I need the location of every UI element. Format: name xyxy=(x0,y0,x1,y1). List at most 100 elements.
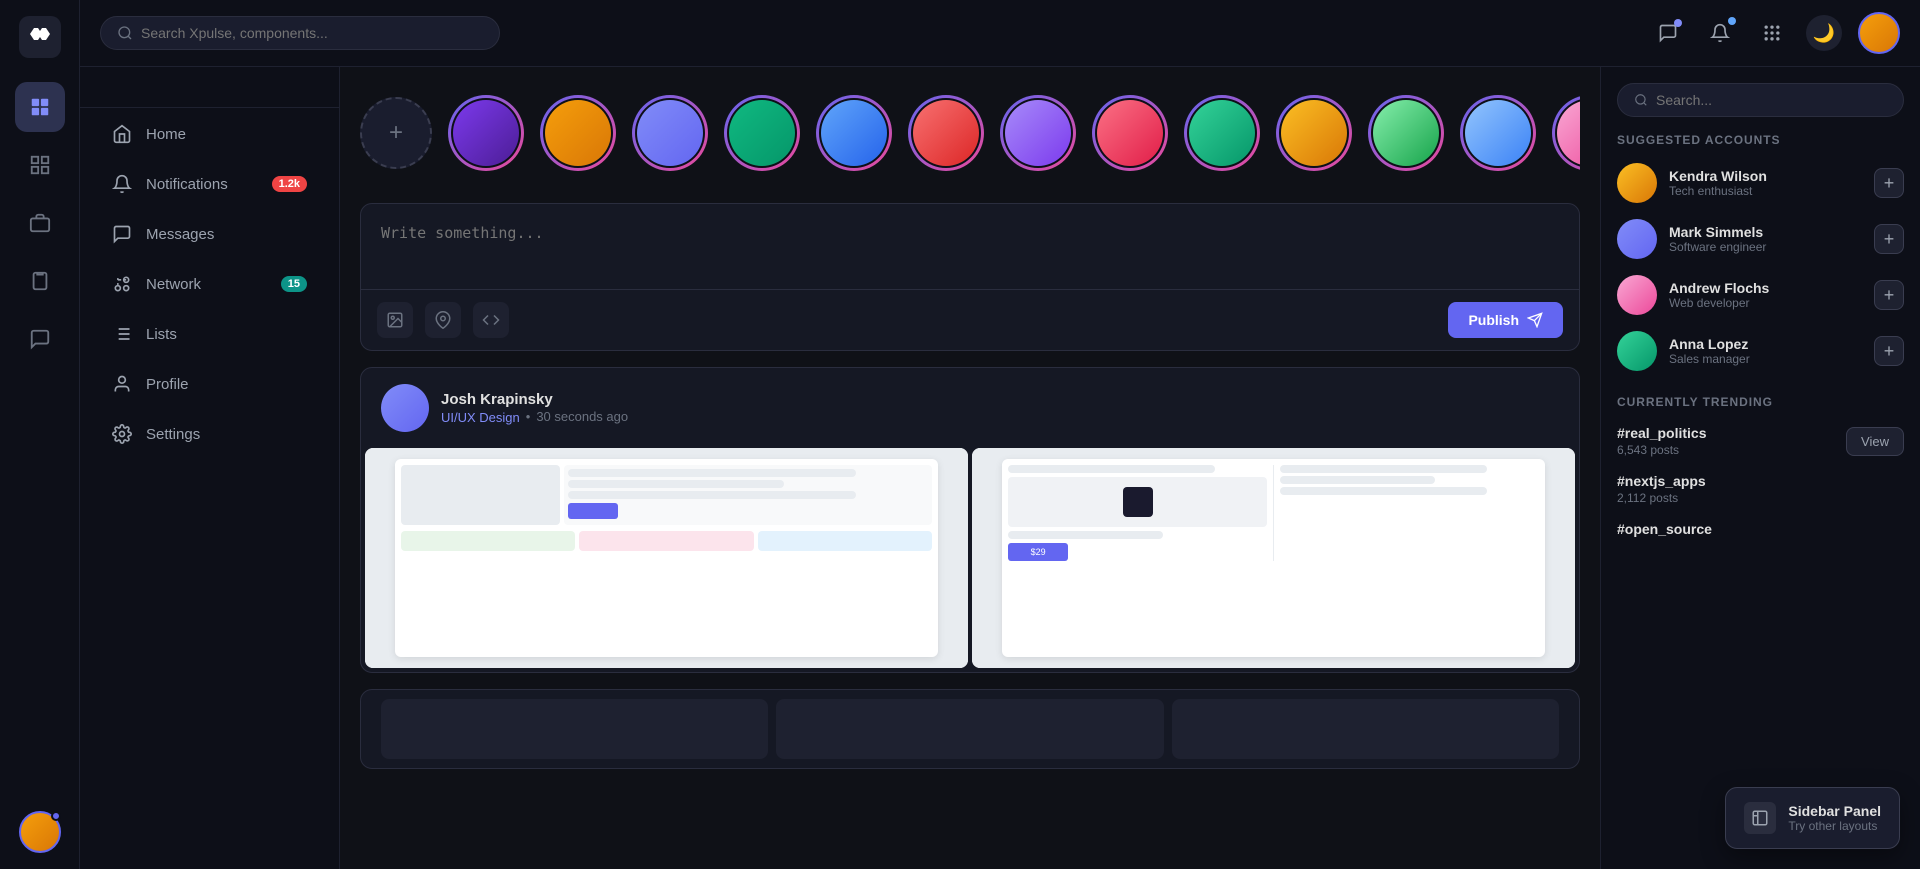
nav-settings[interactable]: Settings xyxy=(88,410,331,458)
follow-btn-1[interactable]: + xyxy=(1874,224,1904,254)
trending-title: CURRENTLY TRENDING xyxy=(1617,395,1904,409)
suggested-account-1: Mark Simmels Software engineer + xyxy=(1617,211,1904,267)
composer-toolbar: Publish xyxy=(361,289,1579,350)
bell-icon-btn[interactable] xyxy=(1702,15,1738,51)
story-avatar-7[interactable] xyxy=(1000,95,1076,171)
trending-tag-2: #open_source xyxy=(1617,521,1712,537)
follow-btn-2[interactable]: + xyxy=(1874,280,1904,310)
chat-icon-btn[interactable] xyxy=(1650,15,1686,51)
suggested-accounts-section: SUGGESTED ACCOUNTS Kendra Wilson Tech en… xyxy=(1617,133,1904,379)
story-avatar-1[interactable] xyxy=(448,95,524,171)
sidebar-panel-subtitle: Try other layouts xyxy=(1788,819,1881,833)
network-badge: 15 xyxy=(281,276,307,292)
user-avatar-sidebar[interactable] xyxy=(19,811,61,853)
story-avatar-9[interactable] xyxy=(1184,95,1260,171)
composer-input[interactable] xyxy=(361,204,1579,284)
trending-tag-1: #nextjs_apps xyxy=(1617,473,1706,489)
add-story-btn[interactable]: + xyxy=(360,97,432,169)
stories-row: + xyxy=(360,87,1580,187)
clipboard-icon xyxy=(29,270,51,292)
nav-network[interactable]: Network 15 xyxy=(88,260,331,308)
sidebar-panel-icon xyxy=(1744,802,1776,834)
nav-home[interactable]: Home xyxy=(88,110,331,158)
sugg-avatar-0 xyxy=(1617,163,1657,203)
sugg-name-2: Andrew Flochs xyxy=(1669,280,1862,296)
nav-notifications[interactable]: Notifications 1.2k xyxy=(88,160,331,208)
post-dot: • xyxy=(526,409,531,424)
user-avatar-topbar[interactable] xyxy=(1858,12,1900,54)
story-avatar-3[interactable] xyxy=(632,95,708,171)
sugg-info-0: Kendra Wilson Tech enthusiast xyxy=(1669,168,1862,198)
sidebar-panel-popup[interactable]: Sidebar Panel Try other layouts xyxy=(1725,787,1900,849)
sidebar-item-message[interactable] xyxy=(15,314,65,364)
sugg-sub-2: Web developer xyxy=(1669,296,1862,310)
topbar-right: 🌙 xyxy=(1650,12,1900,54)
search-bar[interactable] xyxy=(100,16,500,50)
logo-icon xyxy=(28,25,52,49)
right-search-bar[interactable] xyxy=(1617,83,1904,117)
story-avatar-5[interactable] xyxy=(816,95,892,171)
post-image-1 xyxy=(365,448,968,668)
nav-profile[interactable]: Profile xyxy=(88,360,331,408)
sugg-avatar-3 xyxy=(1617,331,1657,371)
nav-messages[interactable]: Messages xyxy=(88,210,331,258)
code-icon xyxy=(482,311,500,329)
sugg-avatar-2 xyxy=(1617,275,1657,315)
code-btn[interactable] xyxy=(473,302,509,338)
image-upload-btn[interactable] xyxy=(377,302,413,338)
post-time: 30 seconds ago xyxy=(536,409,628,424)
search-input[interactable] xyxy=(141,25,483,41)
nav-sidebar: Home Notifications 1.2k Messages Network… xyxy=(80,67,340,869)
follow-btn-3[interactable]: + xyxy=(1874,336,1904,366)
suggested-account-0: Kendra Wilson Tech enthusiast + xyxy=(1617,155,1904,211)
nav-settings-label: Settings xyxy=(146,426,200,443)
sugg-avatar-1 xyxy=(1617,219,1657,259)
network-icon xyxy=(112,274,132,294)
sidebar-item-grid[interactable] xyxy=(15,140,65,190)
notifications-badge: 1.2k xyxy=(272,176,307,192)
post-header: Josh Krapinsky UI/UX Design • 30 seconds… xyxy=(361,368,1579,448)
trending-count-0: 6,543 posts xyxy=(1617,443,1707,457)
sidebar-item-clipboard[interactable] xyxy=(15,256,65,306)
topbar: 🌙 xyxy=(80,0,1920,67)
publish-button[interactable]: Publish xyxy=(1448,302,1563,338)
story-avatar-8[interactable] xyxy=(1092,95,1168,171)
story-avatar-12[interactable] xyxy=(1460,95,1536,171)
sugg-name-0: Kendra Wilson xyxy=(1669,168,1862,184)
story-avatar-10[interactable] xyxy=(1276,95,1352,171)
sidebar-panel-title: Sidebar Panel xyxy=(1788,803,1881,819)
post-card-2 xyxy=(360,689,1580,769)
grid-icon xyxy=(29,154,51,176)
apps-icon-btn[interactable] xyxy=(1754,15,1790,51)
story-avatar-2[interactable] xyxy=(540,95,616,171)
bell-notification-dot xyxy=(1728,17,1736,25)
message-icon xyxy=(29,328,51,350)
notification-dot xyxy=(51,811,61,821)
nav-lists[interactable]: Lists xyxy=(88,310,331,358)
story-avatar-6[interactable] xyxy=(908,95,984,171)
sugg-info-1: Mark Simmels Software engineer xyxy=(1669,224,1862,254)
nav-profile-label: Profile xyxy=(146,376,189,393)
sugg-sub-1: Software engineer xyxy=(1669,240,1862,254)
story-avatar-11[interactable] xyxy=(1368,95,1444,171)
location-btn[interactable] xyxy=(425,302,461,338)
layout-icon xyxy=(1751,809,1769,827)
view-btn-0[interactable]: View xyxy=(1846,427,1904,456)
sidebar-item-briefcase[interactable] xyxy=(15,198,65,248)
chat-notification-dot xyxy=(1674,19,1682,27)
theme-toggle-btn[interactable]: 🌙 xyxy=(1806,15,1842,51)
right-sidebar: SUGGESTED ACCOUNTS Kendra Wilson Tech en… xyxy=(1600,67,1920,869)
story-avatar-13[interactable] xyxy=(1552,95,1580,171)
follow-btn-0[interactable]: + xyxy=(1874,168,1904,198)
post-category: UI/UX Design xyxy=(441,410,520,425)
nav-lists-label: Lists xyxy=(146,326,177,343)
story-avatar-4[interactable] xyxy=(724,95,800,171)
trending-tag-0: #real_politics xyxy=(1617,425,1707,441)
right-search-input[interactable] xyxy=(1656,92,1887,108)
briefcase-icon xyxy=(29,212,51,234)
home-icon xyxy=(112,124,132,144)
sidebar-item-dashboard[interactable] xyxy=(15,82,65,132)
lists-icon xyxy=(112,324,132,344)
trending-section: CURRENTLY TRENDING #real_politics 6,543 … xyxy=(1617,395,1904,545)
app-logo[interactable] xyxy=(19,16,61,58)
